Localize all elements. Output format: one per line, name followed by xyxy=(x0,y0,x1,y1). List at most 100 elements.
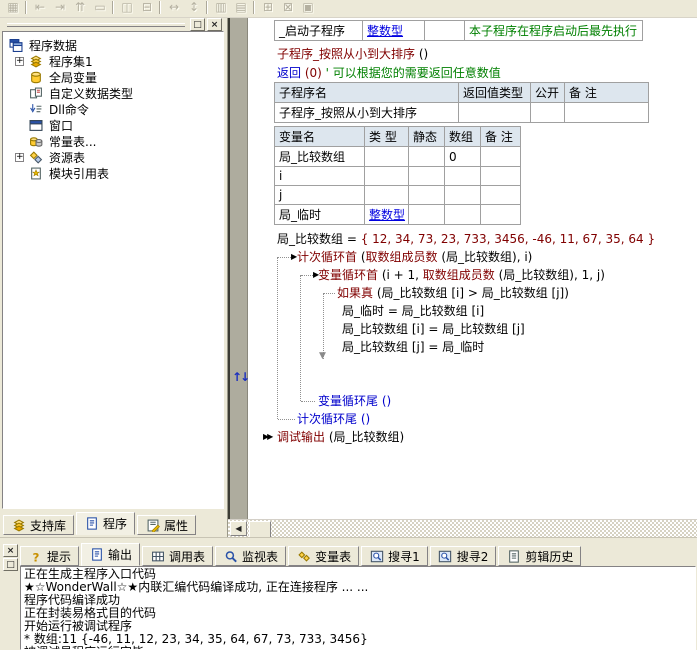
code-segment: ' 可以根据您的需要返回任意数值 xyxy=(321,66,501,80)
table-cell[interactable] xyxy=(408,146,445,167)
table-cell[interactable] xyxy=(444,204,481,225)
tab-call-table[interactable]: 调用表 xyxy=(142,546,214,566)
table-cell[interactable] xyxy=(424,20,465,41)
same-size-icon[interactable]: ▭ xyxy=(90,0,110,15)
tab-variable-table[interactable]: 变量表 xyxy=(288,546,360,566)
output-panel-restore-button[interactable]: □ xyxy=(3,558,18,571)
scroll-left-button[interactable]: ◀ xyxy=(230,521,247,536)
table-cell[interactable]: 局_比较数组 xyxy=(274,146,365,167)
code-line[interactable]: 局_比较数组 [j] = 局_临时 xyxy=(260,338,697,356)
tree-root-program-data[interactable]: 程序数据 xyxy=(3,37,223,53)
tab-search1[interactable]: 搜寻1 xyxy=(361,546,428,566)
tab-clip-history[interactable]: 剪辑历史 xyxy=(498,546,582,566)
space-horizontal-icon[interactable]: ▥ xyxy=(211,0,231,15)
table-cell[interactable]: 0 xyxy=(444,146,481,167)
code-line[interactable]: 变量循环尾 () xyxy=(260,392,697,410)
panel-grip[interactable]: □ × xyxy=(0,18,227,31)
code-line[interactable]: 局_比较数组 = { 12, 34, 73, 23, 733, 3456, -4… xyxy=(260,230,697,248)
tree-item-resource-table[interactable]: + 资源表 xyxy=(3,149,223,165)
code-block[interactable]: ▶ ▶ ▼ 局_比较数组 = { 12, 34, 73, 23, 733, 34… xyxy=(260,230,697,446)
tab-watch-table[interactable]: 监视表 xyxy=(215,546,287,566)
tab-program[interactable]: 程序 xyxy=(76,512,136,535)
tree-item-constant-table[interactable]: 常量表... xyxy=(3,133,223,149)
table-cell[interactable]: 整数型 xyxy=(364,204,409,225)
table-cell[interactable] xyxy=(408,204,445,225)
code-line[interactable]: 计次循环尾 () xyxy=(260,410,697,428)
tree-item-global-variables[interactable]: 全局变量 xyxy=(3,69,223,85)
tab-support-library[interactable]: 支持库 xyxy=(3,515,75,535)
output-list[interactable]: 正在生成主程序入口代码 ★☆WonderWall☆★内联汇编代码编译成功, 正在连… xyxy=(20,566,696,650)
output-panel-close-button[interactable]: × xyxy=(3,544,18,557)
tree-item-program-set-1[interactable]: + 程序集1 xyxy=(3,53,223,69)
expand-plus-icon[interactable]: + xyxy=(15,152,24,162)
table-cell[interactable]: 子程序_按照从小到大排序 xyxy=(274,102,459,123)
code-segment: 变量循环尾 () xyxy=(318,394,392,408)
scrollbar-thumb[interactable] xyxy=(249,521,271,538)
code-line[interactable]: 计次循环首 (取数组成员数 (局_比较数组), i) xyxy=(260,248,697,266)
table-cell[interactable] xyxy=(408,185,445,205)
table-cell[interactable] xyxy=(530,102,565,123)
table-cell[interactable] xyxy=(408,166,445,186)
table-row[interactable]: 子程序_按照从小到大排序 xyxy=(274,102,649,123)
align-right-icon[interactable]: ⇥ xyxy=(50,0,70,15)
same-width-icon[interactable]: ↔ xyxy=(164,0,184,15)
code-line[interactable]: 局_比较数组 [i] = 局_比较数组 [j] xyxy=(260,320,697,338)
table-cell[interactable]: 本子程序在程序启动后最先执行 xyxy=(464,20,643,41)
table-cell[interactable] xyxy=(364,185,409,205)
editor-content[interactable]: _启动子程序 整数型 本子程序在程序启动后最先执行 子程序_按照从小到大排序 () … xyxy=(248,18,697,520)
send-to-back-icon[interactable]: ⊠ xyxy=(278,0,298,15)
space-vertical-icon[interactable]: ▤ xyxy=(231,0,251,15)
tree-item-dll-commands[interactable]: Dll命令 xyxy=(3,101,223,117)
code-line[interactable] xyxy=(260,374,697,392)
table-cell[interactable] xyxy=(364,146,409,167)
panel-restore-button[interactable]: □ xyxy=(190,18,205,31)
table-cell[interactable]: _启动子程序 xyxy=(274,20,363,41)
table-row[interactable]: j xyxy=(274,185,521,205)
table-cell[interactable] xyxy=(480,185,521,205)
table-row[interactable]: i xyxy=(274,166,521,186)
table-cell[interactable]: j xyxy=(274,185,365,205)
table-cell[interactable] xyxy=(444,166,481,186)
table-cell[interactable] xyxy=(480,146,521,167)
tree-item-label: 程序集1 xyxy=(49,54,93,69)
tree-item-custom-data-types[interactable]: 自定义数据类型 xyxy=(3,85,223,101)
table-cell[interactable] xyxy=(564,102,649,123)
code-editor[interactable]: ↑↓ _启动子程序 整数型 本子程序在程序启动后最先执行 子程序_按照从小到大排序 … xyxy=(228,18,697,538)
code-line[interactable]: 局_临时 = 局_比较数组 [i] xyxy=(260,302,697,320)
tab-hints[interactable]: ? 提示 xyxy=(20,546,80,566)
editor-horizontal-scrollbar[interactable]: ◀ xyxy=(228,519,697,538)
tree-item-windows[interactable]: 窗口 xyxy=(3,117,223,133)
table-cell[interactable]: 整数型 xyxy=(362,20,425,41)
code-line[interactable]: 如果真 (局_比较数组 [i] > 局_比较数组 [j]) xyxy=(260,284,697,302)
tab-properties[interactable]: 属性 xyxy=(137,515,197,535)
column-header: 返回值类型 xyxy=(458,82,531,103)
table-cell[interactable] xyxy=(480,204,521,225)
grid-icon[interactable]: ▦ xyxy=(3,0,23,15)
code-line[interactable]: 变量循环首 (i + 1, 取数组成员数 (局_比较数组), 1, j) xyxy=(260,266,697,284)
table-cell[interactable] xyxy=(364,166,409,186)
tree-item-module-ref-table[interactable]: 模块引用表 xyxy=(3,165,223,181)
panel-close-button[interactable]: × xyxy=(207,18,222,31)
tab-search2[interactable]: 搜寻2 xyxy=(429,546,497,566)
table-cell[interactable] xyxy=(480,166,521,186)
expand-plus-icon[interactable]: + xyxy=(15,56,24,66)
bring-to-front-icon[interactable]: ⊞ xyxy=(258,0,278,15)
tab-order-icon[interactable]: ▣ xyxy=(298,0,318,15)
table-cell[interactable] xyxy=(444,185,481,205)
table-cell[interactable]: i xyxy=(274,166,365,186)
code-segment: 子程序_按照从小到大排序 xyxy=(277,47,416,61)
tab-output[interactable]: 输出 xyxy=(81,543,141,566)
code-line[interactable]: ▶▶ 调试输出 (局_比较数组) xyxy=(260,428,697,446)
table-row[interactable]: 局_比较数组 0 xyxy=(274,146,521,167)
align-top-icon[interactable]: ⇈ xyxy=(70,0,90,15)
same-height-icon[interactable]: ↕ xyxy=(184,0,204,15)
align-left-icon[interactable]: ⇤ xyxy=(30,0,50,15)
code-line[interactable] xyxy=(260,356,697,374)
center-horizontal-icon[interactable]: ◫ xyxy=(117,0,137,15)
table-cell[interactable]: 局_临时 xyxy=(274,204,365,225)
table-row[interactable]: _启动子程序 整数型 本子程序在程序启动后最先执行 xyxy=(274,20,643,41)
table-row[interactable]: 局_临时 整数型 xyxy=(274,204,521,225)
center-vertical-icon[interactable]: ⊟ xyxy=(137,0,157,15)
table-cell[interactable] xyxy=(458,102,531,123)
updown-arrows-icon: ↑↓ xyxy=(232,370,250,384)
